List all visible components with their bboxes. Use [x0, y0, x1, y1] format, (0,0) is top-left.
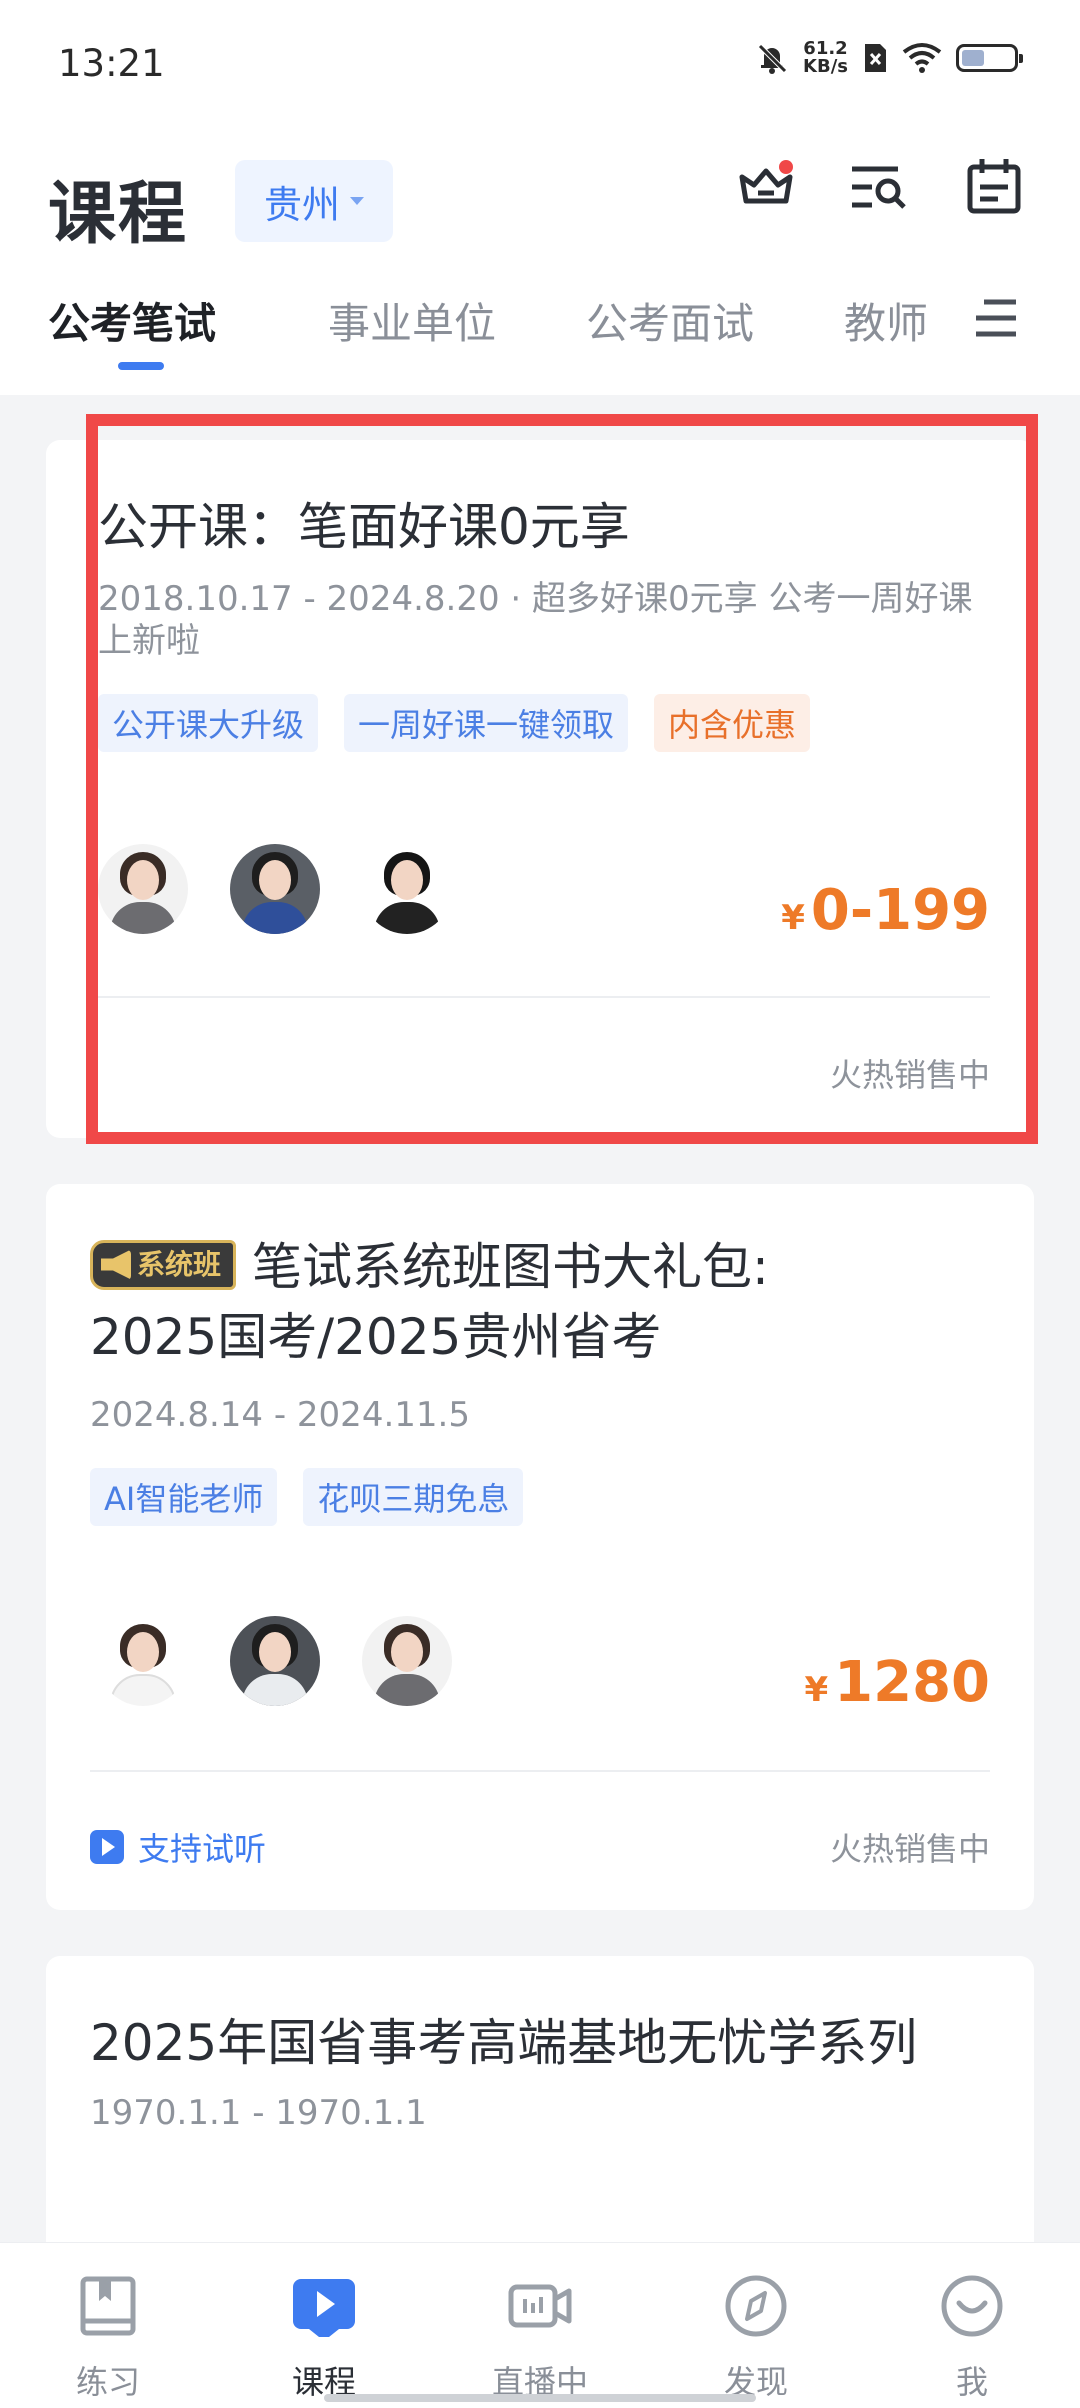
nav-me[interactable]: 我 [902, 2271, 1042, 2403]
teacher-avatar [98, 844, 188, 934]
trial-listen-button[interactable]: 支持试听 [90, 1824, 266, 1870]
course-date: 2018.10.17 - 2024.8.20 · 超多好课0元享 公考一周好课 [98, 579, 973, 619]
course-tags: 公开课大升级 一周好课一键领取 内含优惠 [98, 694, 811, 752]
tab-shiye-danwei[interactable]: 事业单位 [328, 290, 496, 351]
teacher-avatar [362, 1616, 452, 1706]
course-card[interactable]: 2025年国省事考高端基地无忧学系列 1970.1.1 - 1970.1.1 [46, 1956, 1034, 2256]
home-indicator [324, 2394, 756, 2402]
category-tabs: 公考笔试 事业单位 公考面试 教师 [0, 290, 1080, 380]
network-speed: 61.2 KB/s [803, 38, 848, 77]
sale-status: 火热销售中 [829, 1830, 990, 1868]
wifi-icon [902, 43, 942, 73]
teacher-avatars [98, 844, 452, 934]
tag: AI智能老师 [90, 1468, 278, 1526]
status-icons: 61.2 KB/s [755, 38, 1023, 77]
course-date-cont: 上新啦 [98, 621, 200, 661]
page-title: 课程 [48, 175, 189, 254]
teacher-avatars [98, 1616, 452, 1706]
course-title: 系统班 笔试系统班图书大礼包: [90, 1232, 769, 1302]
divider [90, 996, 990, 998]
tab-gongkao-mianshi[interactable]: 公考面试 [586, 290, 754, 351]
status-time: 13:21 [58, 42, 165, 85]
tab-menu-icon[interactable] [972, 294, 1020, 342]
nav-courses[interactable]: 课程 [254, 2271, 394, 2403]
battery-icon [956, 44, 1023, 72]
tab-gongkao-bishi[interactable]: 公考笔试 [48, 290, 216, 351]
bottom-nav: 练习 课程 直播中 发现 我 [0, 2242, 1080, 2408]
teacher-avatar [230, 1616, 320, 1706]
tag: 公开课大升级 [98, 694, 319, 752]
teacher-avatar [230, 844, 320, 934]
search-list-icon[interactable] [846, 155, 910, 219]
tag: 一周好课一键领取 [344, 694, 629, 752]
course-title: 2025年国省事考高端基地无忧学系列 [90, 2014, 918, 2072]
course-title: 公开课：笔面好课0元享 [98, 498, 630, 556]
system-class-badge: 系统班 [90, 1239, 237, 1290]
megaphone-icon [101, 1249, 131, 1280]
teacher-avatar [98, 1616, 188, 1706]
course-card[interactable]: 公开课：笔面好课0元享 2018.10.17 - 2024.8.20 · 超多好… [46, 440, 1034, 1138]
nav-live[interactable]: 直播中 [470, 2271, 610, 2403]
smile-icon [941, 2275, 1003, 2337]
divider [90, 1770, 990, 1772]
tab-jiaoshi[interactable]: 教师 [844, 290, 928, 351]
course-price: ¥ 0-199 [781, 878, 990, 943]
course-card[interactable]: 系统班 笔试系统班图书大礼包: 2025国考/2025贵州省考 2024.8.14… [46, 1184, 1034, 1910]
play-icon [90, 1830, 124, 1864]
crown-cart-icon[interactable] [734, 155, 798, 219]
compass-icon [725, 2275, 787, 2337]
course-price: ¥ 1280 [804, 1650, 990, 1715]
course-date: 1970.1.1 - 1970.1.1 [90, 2093, 427, 2133]
city-selector[interactable]: 贵州 [235, 160, 393, 242]
teacher-avatar [362, 844, 452, 934]
status-bar: 13:21 61.2 KB/s [0, 0, 1080, 120]
calendar-icon[interactable] [962, 155, 1026, 219]
course-title-cont: 2025国考/2025贵州省考 [90, 1308, 662, 1366]
play-course-icon [293, 2279, 355, 2337]
tag: 内含优惠 [654, 694, 811, 752]
sim-x-icon [865, 44, 886, 72]
tag: 花呗三期免息 [303, 1468, 524, 1526]
video-camera-icon [508, 2284, 572, 2328]
city-label: 贵州 [263, 182, 340, 227]
course-date: 2024.8.14 - 2024.11.5 [90, 1395, 470, 1435]
book-icon [80, 2276, 136, 2336]
sale-status: 火热销售中 [829, 1056, 990, 1094]
mute-bell-icon [758, 44, 787, 74]
course-tags: AI智能老师 花呗三期免息 [90, 1468, 524, 1526]
nav-practice[interactable]: 练习 [38, 2271, 178, 2403]
header-area: 13:21 61.2 KB/s 课程 贵州 公考笔试 事业单位 公考面试 教师 [0, 0, 1080, 395]
nav-discover[interactable]: 发现 [686, 2271, 826, 2403]
dropdown-arrow-icon [350, 197, 364, 205]
active-tab-indicator [118, 362, 164, 370]
